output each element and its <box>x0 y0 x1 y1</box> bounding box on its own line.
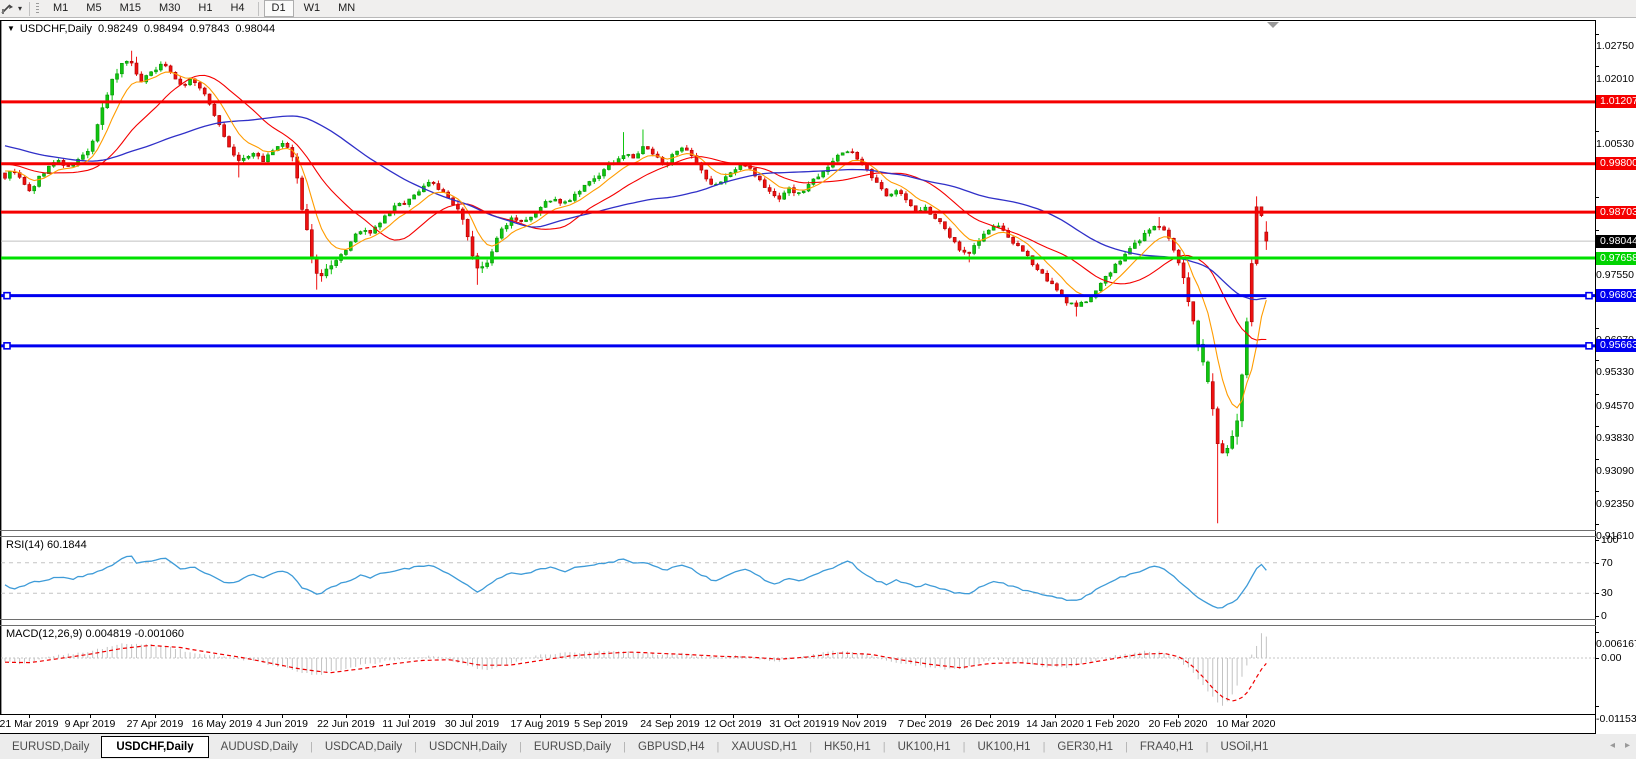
ma-mid-line <box>4 74 1267 341</box>
date-label: 11 Jul 2019 <box>382 718 436 730</box>
main-price-panel <box>1 50 1595 524</box>
mt4-terminal: ▾ M1 M5 M15 M30 H1 H4 D1 W1 MN ▼ USDCHF,Daily 0.98… <box>0 0 1636 759</box>
rsi-panel <box>1 555 1595 609</box>
date-label: 5 Sep 2019 <box>574 718 628 730</box>
price-chart-canvas[interactable] <box>0 0 1636 759</box>
tab-FRA40-H1[interactable]: FRA40,H1 <box>1128 737 1206 757</box>
axis-tick: 0.006167 <box>1596 626 1636 650</box>
price-badge-1.01207: 1.01207 <box>1596 95 1636 109</box>
horizontal-lines <box>1 100 1595 350</box>
date-label: 4 Jun 2019 <box>256 718 308 730</box>
date-label: 21 Mar 2019 <box>0 718 59 730</box>
date-label: 16 May 2019 <box>191 718 253 730</box>
price-badge-0.99800: 0.99800 <box>1596 157 1636 171</box>
chart-tabs: EURUSD,Daily USDCHF,Daily AUDUSD,Daily | USD… <box>0 735 1280 758</box>
axis-tick: 0.91610 <box>1596 518 1636 542</box>
axis-tick: 0.92350 <box>1596 486 1636 510</box>
tab-USDCNH-Daily[interactable]: USDCNH,Daily <box>417 737 519 757</box>
ohlc-close: 0.98044 <box>235 23 276 35</box>
date-label: 9 Apr 2019 <box>64 718 116 730</box>
tab-HK50-H1[interactable]: HK50,H1 <box>812 737 883 757</box>
time-axis[interactable]: 21 Mar 2019 9 Apr 2019 27 Apr 2019 16 May 2… <box>0 715 1595 733</box>
window-borders <box>0 20 1636 734</box>
macd-histogram <box>4 633 1267 706</box>
tab-GER30-H1[interactable]: GER30,H1 <box>1045 737 1125 757</box>
tab-USOil-H1[interactable]: USOil,H1 <box>1208 737 1280 757</box>
date-label: 30 Jul 2019 <box>444 718 500 730</box>
line-handle[interactable] <box>1585 291 1593 300</box>
tab-AUDUSD-Daily[interactable]: AUDUSD,Daily <box>209 737 310 757</box>
tab-scroll-left-icon[interactable]: ◂ <box>1610 740 1615 751</box>
chart-symbol: USDCHF,Daily <box>19 23 93 35</box>
axis-tick: 30 <box>1596 587 1636 599</box>
axis-tick: 1.00530 <box>1596 126 1636 150</box>
chart-tab-bar: EURUSD,Daily USDCHF,Daily AUDUSD,Daily | USD… <box>0 734 1636 759</box>
axis-tick: 0.00 <box>1596 652 1636 664</box>
tab-USDCAD-Daily[interactable]: USDCAD,Daily <box>313 737 414 757</box>
axis-tick: 0.93830 <box>1596 420 1636 444</box>
tab-XAUUSD-H1[interactable]: XAUUSD,H1 <box>719 737 809 757</box>
date-label: 19 Nov 2019 <box>827 718 887 730</box>
ma-fast-line <box>4 71 1267 409</box>
price-axis[interactable]: 1.027501.020101.005300.990300.982900.975… <box>1596 20 1636 734</box>
macd-signal-line <box>4 644 1267 702</box>
tab-UK100-H1[interactable]: UK100,H1 <box>886 737 963 757</box>
axis-tick: 0.96070 <box>1596 322 1636 346</box>
date-label: 27 Apr 2019 <box>126 718 184 730</box>
date-label: 26 Dec 2019 <box>960 718 1020 730</box>
one-click-trading-toggle-icon[interactable]: ▼ <box>7 24 15 33</box>
line-handle[interactable] <box>1585 342 1593 350</box>
axis-tick: -0.01153 <box>1596 701 1636 725</box>
date-label: 17 Aug 2019 <box>510 718 570 730</box>
axis-tick: 70 <box>1596 557 1636 569</box>
rsi-line <box>4 555 1267 609</box>
date-label: 22 Jun 2019 <box>317 718 375 730</box>
axis-tick: 1.02750 <box>1596 28 1636 52</box>
axis-tick: 0 <box>1596 610 1636 622</box>
chart-shift-marker[interactable] <box>1267 22 1279 28</box>
price-badge-0.98044: 0.98044 <box>1596 234 1636 248</box>
candles-layer <box>3 50 1269 524</box>
line-handle[interactable] <box>3 342 11 350</box>
tab-UK100-H1[interactable]: UK100,H1 <box>966 737 1043 757</box>
date-label: 14 Jan 2020 <box>1026 718 1084 730</box>
date-label: 12 Oct 2019 <box>704 718 762 730</box>
price-badge-0.98703: 0.98703 <box>1596 205 1636 219</box>
ohlc-high: 0.98494 <box>143 23 184 35</box>
axis-tick: 100 <box>1596 534 1636 546</box>
line-handle[interactable] <box>3 291 11 300</box>
date-label: 31 Oct 2019 <box>769 718 827 730</box>
tab-EURUSD-Daily[interactable]: EURUSD,Daily <box>522 737 623 757</box>
axis-tick: 0.94570 <box>1596 388 1636 412</box>
chart-title: ▼ USDCHF,Daily 0.98249 0.98494 0.97843 0.9804… <box>7 23 275 35</box>
axis-tick: 0.95330 <box>1596 354 1636 378</box>
axis-tick: 0.99030 <box>1596 192 1636 216</box>
rsi-indicator-label: RSI(14) 60.1844 <box>6 539 87 551</box>
ma-slow-line <box>4 115 1267 301</box>
price-badge-0.96803: 0.96803 <box>1596 289 1636 303</box>
tab-USDCHF-Daily[interactable]: USDCHF,Daily <box>101 735 209 758</box>
date-label: 1 Feb 2020 <box>1086 718 1140 730</box>
price-badge-0.95663: 0.95663 <box>1596 339 1636 353</box>
tab-GBPUSD-H4[interactable]: GBPUSD,H4 <box>626 737 716 757</box>
date-label: 10 Mar 2020 <box>1216 718 1276 730</box>
tab-scroll-right-icon[interactable]: ▸ <box>1625 740 1630 751</box>
macd-indicator-label: MACD(12,26,9) 0.004819 -0.001060 <box>6 628 184 640</box>
tab-EURUSD-Daily[interactable]: EURUSD,Daily <box>0 737 101 757</box>
tab-scroll-arrows: ◂ ▸ <box>1610 740 1630 751</box>
date-label: 7 Dec 2019 <box>898 718 952 730</box>
date-label: 24 Sep 2019 <box>640 718 700 730</box>
ohlc-open: 0.98249 <box>98 23 138 35</box>
axis-tick: 1.02010 <box>1596 61 1636 85</box>
date-label: 20 Feb 2020 <box>1148 718 1208 730</box>
ohlc-low: 0.97843 <box>189 23 230 35</box>
price-badge-0.97658: 0.97658 <box>1596 251 1636 265</box>
axis-tick: 0.93090 <box>1596 453 1636 477</box>
macd-panel <box>1 633 1595 706</box>
